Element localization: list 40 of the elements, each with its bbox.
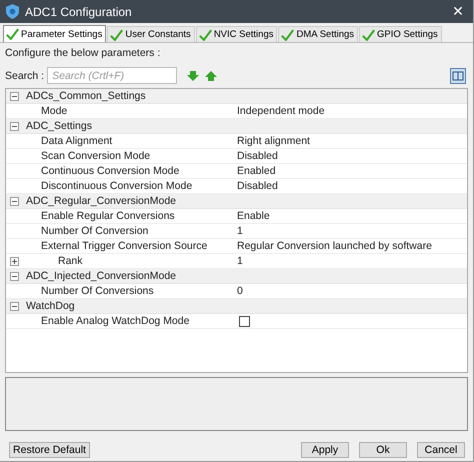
parameter-name: Data Alignment <box>41 135 112 147</box>
tab[interactable]: DMA Settings <box>278 26 358 42</box>
parameter-name: Enable Regular Conversions <box>41 210 175 222</box>
dialog-button[interactable]: Cancel <box>417 442 465 458</box>
tab[interactable]: NVIC Settings <box>196 26 278 42</box>
parameter-value: Right alignment <box>237 135 310 147</box>
parameter-value: Enabled <box>237 165 276 177</box>
parameter-name: Scan Conversion Mode <box>41 150 150 162</box>
close-button[interactable]: ✕ <box>443 0 473 23</box>
parameter-value: 1 <box>237 255 243 267</box>
search-field[interactable]: Search (Crtl+F) <box>47 67 178 84</box>
group-label: ADC_Regular_ConversionMode <box>26 195 176 207</box>
group-label: ADCs_Common_Settings <box>26 90 146 102</box>
group-label: ADC_Injected_ConversionMode <box>26 270 176 282</box>
parameter-name: Discontinuous Conversion Mode <box>41 180 192 192</box>
tab[interactable]: User Constants <box>107 26 195 42</box>
tab[interactable]: Parameter Settings <box>3 25 106 42</box>
dialog-button[interactable]: Apply <box>301 442 349 458</box>
parameter-value: Disabled <box>237 150 278 162</box>
tab[interactable]: GPIO Settings <box>359 26 442 42</box>
dialog-button[interactable]: Ok <box>359 442 407 458</box>
parameter-name: Mode <box>41 105 68 117</box>
search-label: Search : <box>5 70 44 82</box>
parameter-name: Continuous Conversion Mode <box>41 165 180 177</box>
group-label: ADC_Settings <box>26 120 92 132</box>
restore-default-button[interactable]: Restore Default <box>9 442 90 458</box>
parameter-value: 0 <box>237 285 243 297</box>
instruction-text: Configure the below parameters : <box>4 46 162 61</box>
parameter-value: 1 <box>237 225 243 237</box>
parameter-name: External Trigger Conversion Source <box>41 240 208 252</box>
parameter-value: Disabled <box>237 180 278 192</box>
group-label: WatchDog <box>26 300 75 312</box>
parameter-value: Enable <box>237 210 270 222</box>
parameter-name: Number Of Conversion <box>41 225 148 237</box>
parameter-name: Enable Analog WatchDog Mode <box>41 315 190 327</box>
parameter-value: Independent mode <box>237 105 325 117</box>
parameter-name: Rank <box>58 255 83 267</box>
window-title: ADC1 Configuration <box>25 4 132 18</box>
parameter-value: Regular Conversion launched by software <box>237 240 432 252</box>
parameter-name: Number Of Conversions <box>41 285 154 297</box>
